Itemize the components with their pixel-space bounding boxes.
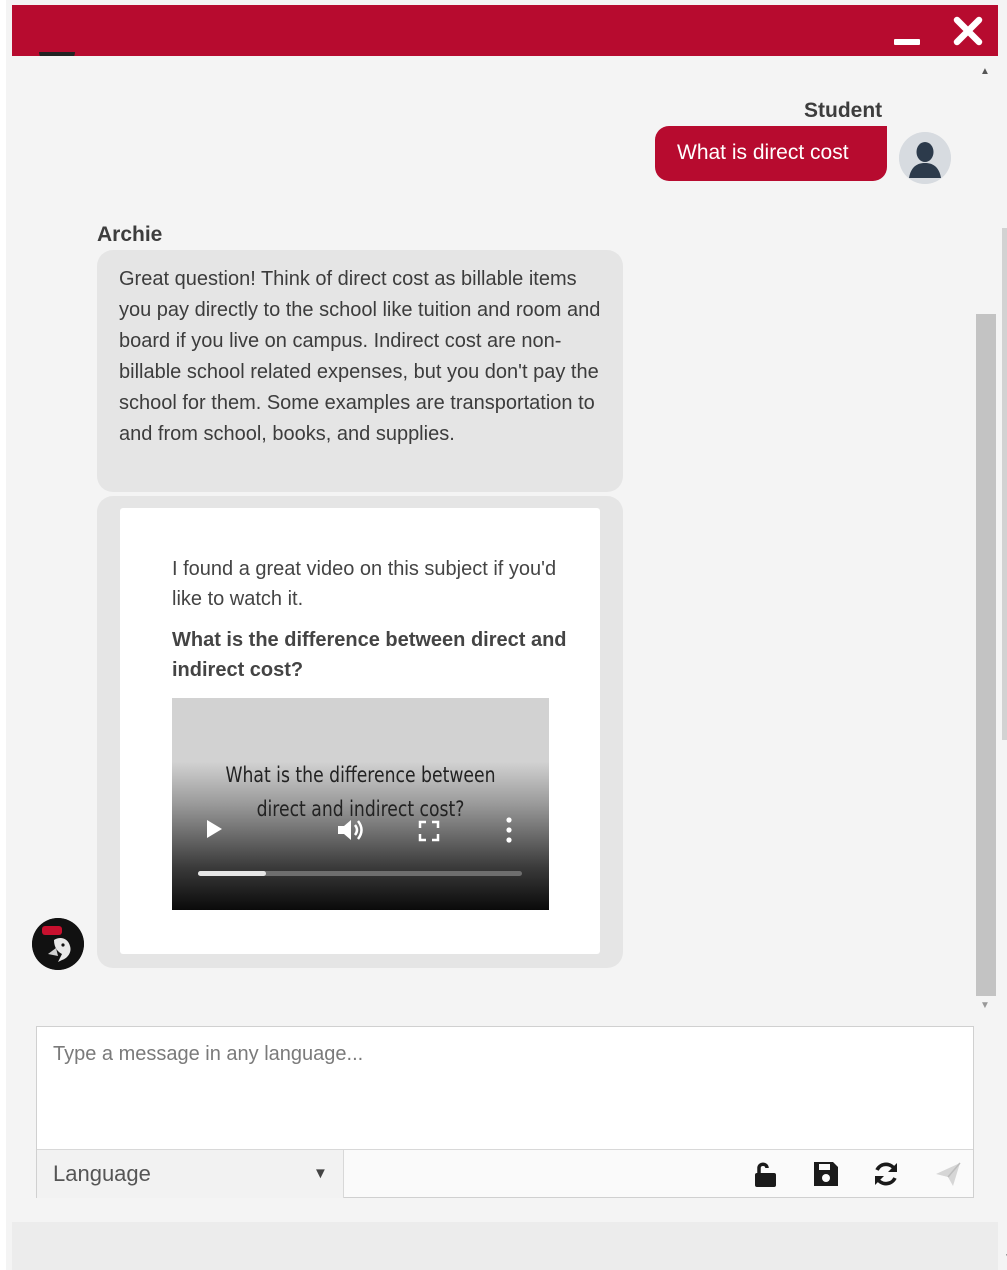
- archie-sender-name: Archie: [97, 223, 163, 246]
- volume-icon[interactable]: [336, 818, 366, 842]
- language-dropdown[interactable]: Language ▼: [37, 1150, 344, 1198]
- unlock-icon[interactable]: [751, 1159, 781, 1189]
- video-card-bubble: I found a great video on this subject if…: [97, 496, 623, 968]
- video-card-intro: I found a great video on this subject if…: [172, 558, 557, 610]
- video-progress-fill: [198, 871, 267, 876]
- composer-toolbar: Language ▼: [37, 1149, 973, 1198]
- message-input[interactable]: [37, 1027, 973, 1149]
- more-options-icon[interactable]: [504, 816, 514, 844]
- scroll-up-arrow-icon[interactable]: ▲: [980, 66, 990, 77]
- caret-down-icon: ▼: [313, 1165, 328, 1182]
- play-icon[interactable]: [204, 818, 224, 840]
- student-message-bubble: What is direct cost: [655, 126, 887, 181]
- title-bar: [12, 5, 998, 56]
- message-list[interactable]: ▲ ▼ Student What is direct cost Archie G…: [12, 56, 998, 1016]
- save-icon[interactable]: [811, 1159, 841, 1189]
- language-dropdown-label: Language: [53, 1161, 151, 1186]
- mascot-logo-icon: [32, 918, 84, 970]
- video-card: I found a great video on this subject if…: [120, 508, 600, 954]
- send-icon[interactable]: [933, 1159, 963, 1189]
- message-composer: Language ▼: [36, 1026, 974, 1198]
- scrollbar-thumb[interactable]: [976, 314, 996, 996]
- refresh-icon[interactable]: [871, 1159, 901, 1189]
- student-avatar: [899, 132, 951, 184]
- student-sender-name: Student: [804, 99, 883, 122]
- window-footer: [12, 1222, 998, 1270]
- chat-window: ▲ ▼ Student What is direct cost Archie G…: [0, 0, 1007, 1270]
- page-scrollbar-thumb[interactable]: [1002, 228, 1007, 740]
- scroll-down-arrow-icon[interactable]: ▼: [980, 1000, 990, 1011]
- video-overlay-title: What is the difference between direct an…: [225, 763, 496, 821]
- minimize-icon: [894, 39, 920, 45]
- video-progress-bar[interactable]: [198, 871, 522, 876]
- minimize-button[interactable]: [888, 13, 924, 49]
- close-button[interactable]: [950, 13, 986, 49]
- close-icon: [953, 16, 983, 46]
- fullscreen-icon[interactable]: [418, 820, 440, 842]
- archie-message-bubble: Great question! Think of direct cost as …: [97, 250, 623, 492]
- video-player[interactable]: What is the difference between direct an…: [172, 698, 549, 910]
- user-icon: [899, 132, 951, 184]
- video-card-title: What is the difference between direct an…: [172, 629, 567, 681]
- archie-avatar: [32, 918, 84, 970]
